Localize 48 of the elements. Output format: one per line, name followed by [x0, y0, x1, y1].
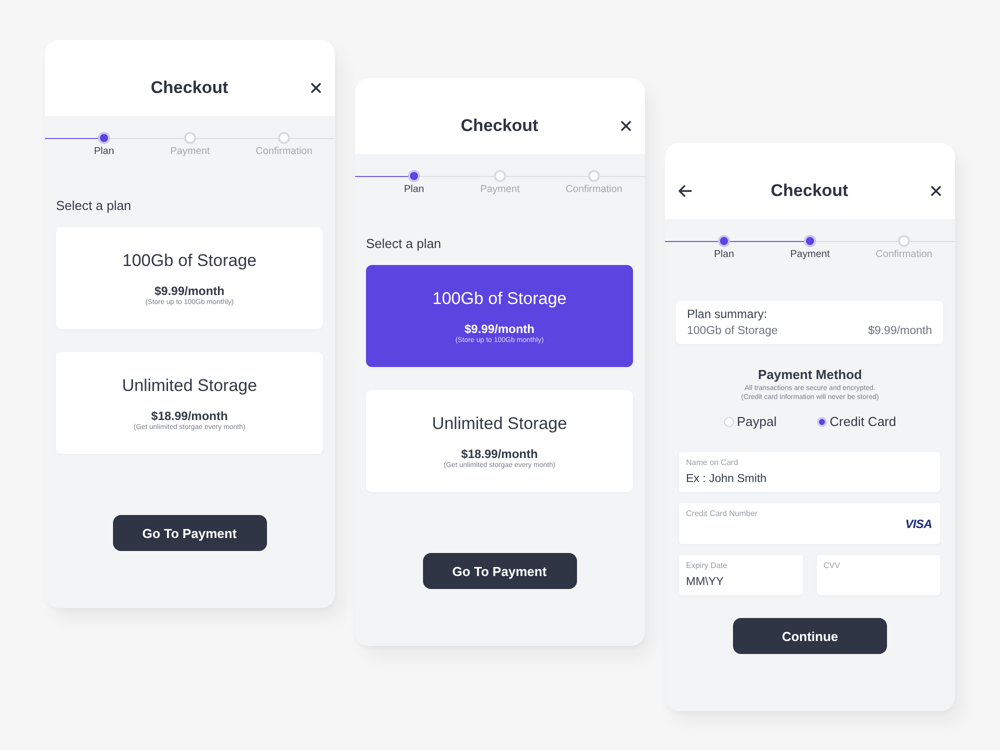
plan-price: $18.99/month: [461, 446, 538, 460]
step-label: Plan: [94, 146, 114, 158]
go-to-payment-button[interactable]: Go To Payment: [112, 515, 266, 551]
progress-line: [45, 138, 98, 139]
input-field[interactable]: Credit Card Number VISA: [679, 503, 940, 544]
screen-title: Checkout: [460, 115, 538, 137]
step-label: Plan: [404, 184, 424, 196]
text-input[interactable]: MM\YY: [686, 575, 794, 589]
text-input[interactable]: Ex : John Smith: [686, 472, 932, 486]
step-label: Payment: [790, 249, 830, 261]
step-label: Payment: [480, 184, 520, 196]
field-label: CVV: [824, 561, 840, 571]
summary-label: Plan summary:: [687, 307, 768, 322]
plan-name: Unlimited Storage: [122, 374, 258, 396]
step-label: Plan: [714, 249, 734, 261]
step-label: Confirmation: [566, 184, 622, 196]
section-heading: Select a plan: [366, 236, 442, 252]
plan-name: 100Gb of Storage: [122, 250, 257, 272]
progress-line: [665, 241, 718, 242]
payment-option[interactable]: Paypal: [724, 414, 777, 430]
payment-method-title: Payment Method: [758, 366, 862, 383]
summary-plan: 100Gb of Storage: [687, 324, 778, 339]
section-heading: Select a plan: [56, 198, 132, 214]
radio-icon[interactable]: [724, 417, 734, 427]
screen-title: Checkout: [770, 180, 848, 202]
field-label: Expiry Date: [686, 561, 728, 571]
plan-price: $9.99/month: [154, 284, 225, 298]
radio-icon[interactable]: [816, 417, 827, 427]
continue-button[interactable]: Continue: [733, 618, 887, 654]
back-arrow-icon[interactable]: [678, 185, 692, 197]
step-label: Confirmation: [256, 146, 312, 158]
close-icon[interactable]: [931, 186, 941, 196]
step-label: Confirmation: [876, 249, 932, 261]
plan-price: $9.99/month: [464, 322, 535, 336]
plan-name: Unlimited Storage: [432, 412, 568, 434]
step-label: Payment: [170, 146, 210, 158]
go-to-payment-button[interactable]: Go To Payment: [422, 553, 576, 589]
close-icon[interactable]: [621, 121, 631, 131]
summary-price: $9.99/month: [868, 324, 932, 339]
field-label: Credit Card Number: [686, 509, 758, 519]
progress-line: [355, 176, 408, 177]
close-icon[interactable]: [311, 83, 321, 93]
screen-title: Checkout: [150, 77, 228, 99]
plan-price: $18.99/month: [151, 408, 228, 422]
plan-name: 100Gb of Storage: [432, 288, 567, 310]
field-label: Name on Card: [686, 458, 738, 468]
payment-option[interactable]: Credit Card: [816, 414, 896, 430]
card-brand-logo: VISA: [905, 516, 932, 530]
